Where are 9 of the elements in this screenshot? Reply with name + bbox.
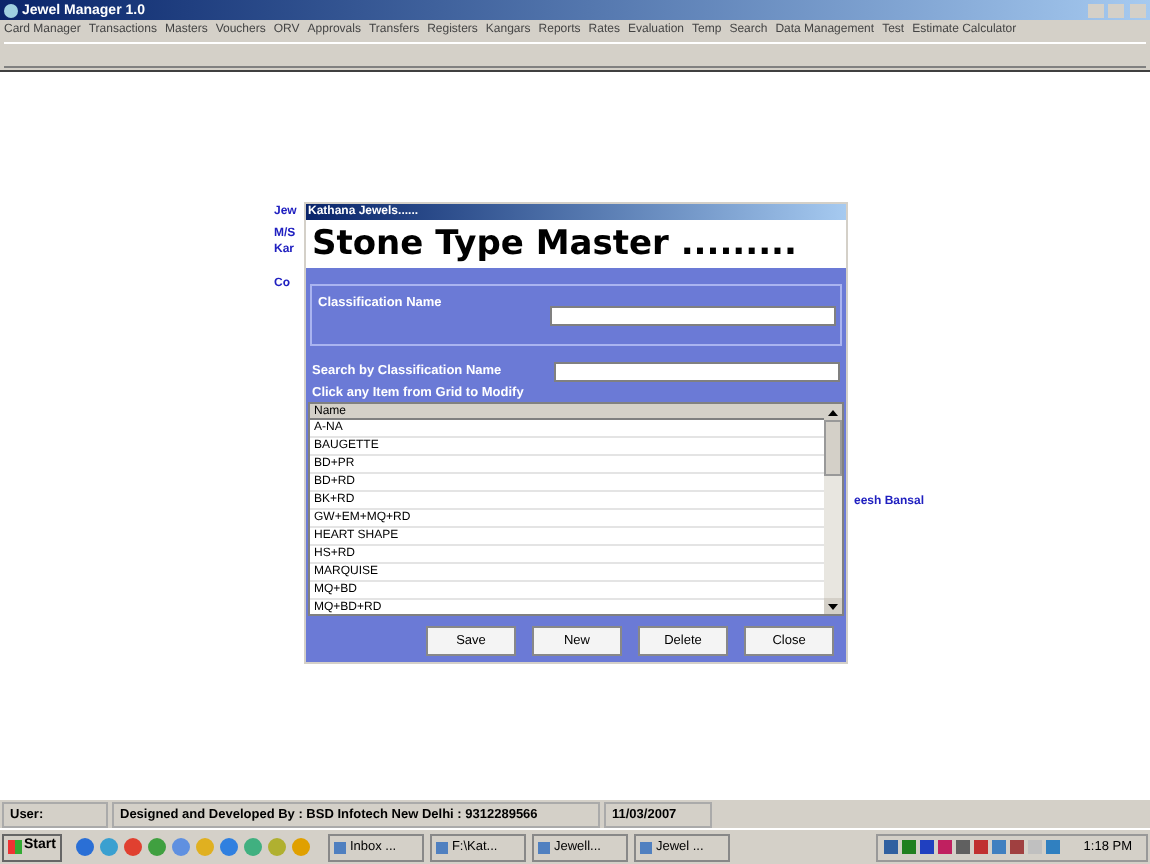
scrollbar[interactable] xyxy=(824,404,842,614)
scroll-up-icon[interactable] xyxy=(828,409,838,415)
text-field[interactable] xyxy=(554,362,840,382)
windows-flag-icon xyxy=(8,840,22,854)
dialog-heading: Stone Type Master ......... xyxy=(306,220,846,268)
text-field[interactable] xyxy=(550,305,836,325)
scroll-down-icon[interactable] xyxy=(828,603,838,609)
scroll-thumb[interactable] xyxy=(824,420,842,476)
app-icon xyxy=(4,3,18,17)
